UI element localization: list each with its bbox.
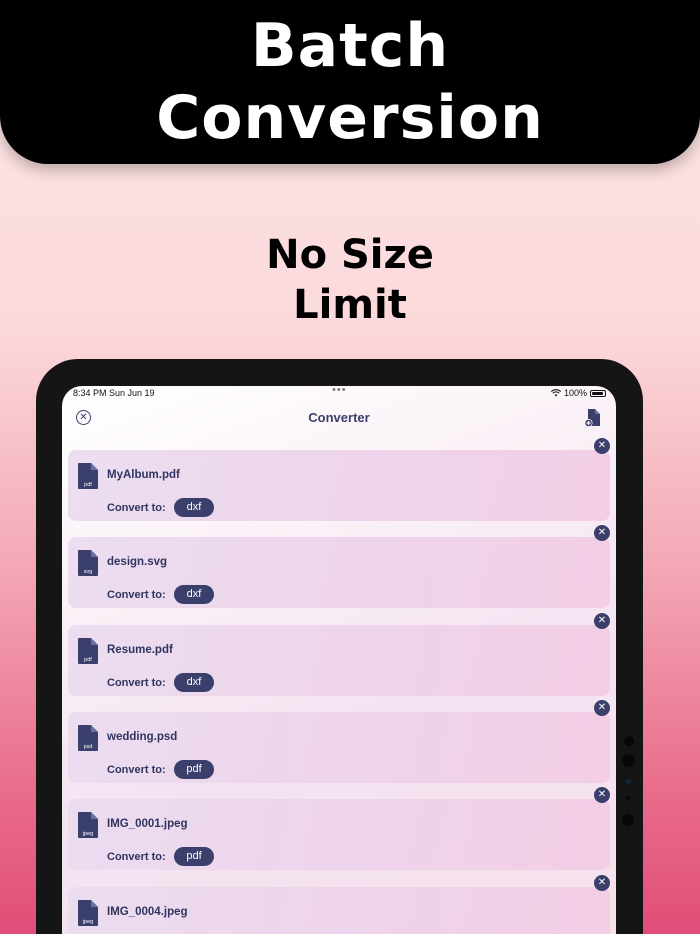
target-format-dropdown[interactable]: pdf (174, 847, 214, 867)
file-name: MyAlbum.pdf (107, 469, 180, 481)
file-card[interactable]: jpeg IMG_0001.jpeg Convert to: pdf (68, 799, 610, 871)
side-dot (626, 779, 631, 784)
side-dot (622, 814, 634, 826)
file-icon: pdf (78, 463, 98, 489)
file-type-label: jpeg (82, 919, 93, 925)
remove-file-button[interactable]: ✕ (594, 438, 610, 454)
header-banner: Batch Conversion (0, 0, 700, 164)
remove-file-button[interactable]: ✕ (594, 612, 610, 629)
subheading-line-2: Limit (293, 282, 407, 328)
status-time: 8:34 PM Sun Jun 19 (73, 388, 155, 398)
file-icon: psd (78, 724, 98, 751)
subheading-line-1: No Size (266, 232, 434, 278)
file-type-label: psd (84, 744, 93, 750)
multitask-dots[interactable]: ••• (332, 386, 347, 396)
file-card[interactable]: jpegIMG_0004.jpegConvert to:pdf (68, 886, 610, 934)
side-dot (626, 796, 630, 800)
add-file-icon[interactable] (584, 408, 602, 428)
file-card[interactable]: pdf Resume.pdf Convert to: dxf (68, 624, 610, 696)
remove-file-button[interactable]: ✕ (594, 699, 610, 716)
convert-to-label: Convert to: (107, 763, 166, 776)
battery-icon (590, 389, 606, 397)
convert-to-label: Convert to: (107, 851, 166, 864)
file-card[interactable]: psd wedding.psd Convert to: pdf (68, 711, 610, 783)
target-format-dropdown[interactable]: dxf (174, 498, 214, 517)
file-name: wedding.psd (107, 730, 178, 743)
file-name: IMG_0001.jpeg (107, 818, 188, 831)
file-type-label: svg (84, 569, 93, 575)
target-format-dropdown[interactable]: dxf (174, 672, 214, 692)
convert-to-label: Convert to: (107, 502, 166, 514)
banner-title-line-2: Conversion (156, 83, 544, 153)
convert-to-label: Convert to: (107, 676, 166, 689)
file-icon: jpeg (78, 899, 98, 926)
convert-to-label: Convert to: (107, 589, 166, 602)
app-screen: 8:34 PM Sun Jun 19 ••• 100% ✕ Converter … (62, 386, 616, 934)
remove-file-button[interactable]: ✕ (594, 874, 610, 891)
side-dot (622, 754, 635, 767)
file-type-label: pdf (84, 657, 92, 663)
page-title: Converter (308, 410, 370, 425)
file-card[interactable]: pdf MyAlbum.pdf Convert to: dxf (68, 450, 610, 521)
file-icon: jpeg (78, 812, 98, 839)
target-format-dropdown[interactable]: dxf (174, 585, 214, 605)
status-right: 100% (550, 388, 606, 398)
navigation-bar: ✕ Converter (62, 404, 616, 432)
file-name: design.svg (107, 556, 168, 569)
file-icon: svg (78, 550, 98, 577)
file-type-label: pdf (84, 482, 92, 488)
file-card[interactable]: svg design.svg Convert to: dxf (68, 537, 610, 609)
wifi-icon (550, 389, 561, 397)
side-dot (624, 736, 634, 746)
banner-title-line-1: Batch (250, 11, 450, 81)
file-icon: pdf (78, 637, 98, 664)
target-format-dropdown[interactable]: pdf (174, 759, 214, 779)
battery-percent: 100% (563, 388, 587, 398)
file-type-label: jpeg (82, 831, 93, 837)
file-name: Resume.pdf (107, 643, 173, 656)
file-name: IMG_0004.jpeg (107, 905, 188, 918)
subheading: No Size Limit (0, 230, 700, 330)
status-bar: 8:34 PM Sun Jun 19 ••• 100% (62, 386, 616, 402)
